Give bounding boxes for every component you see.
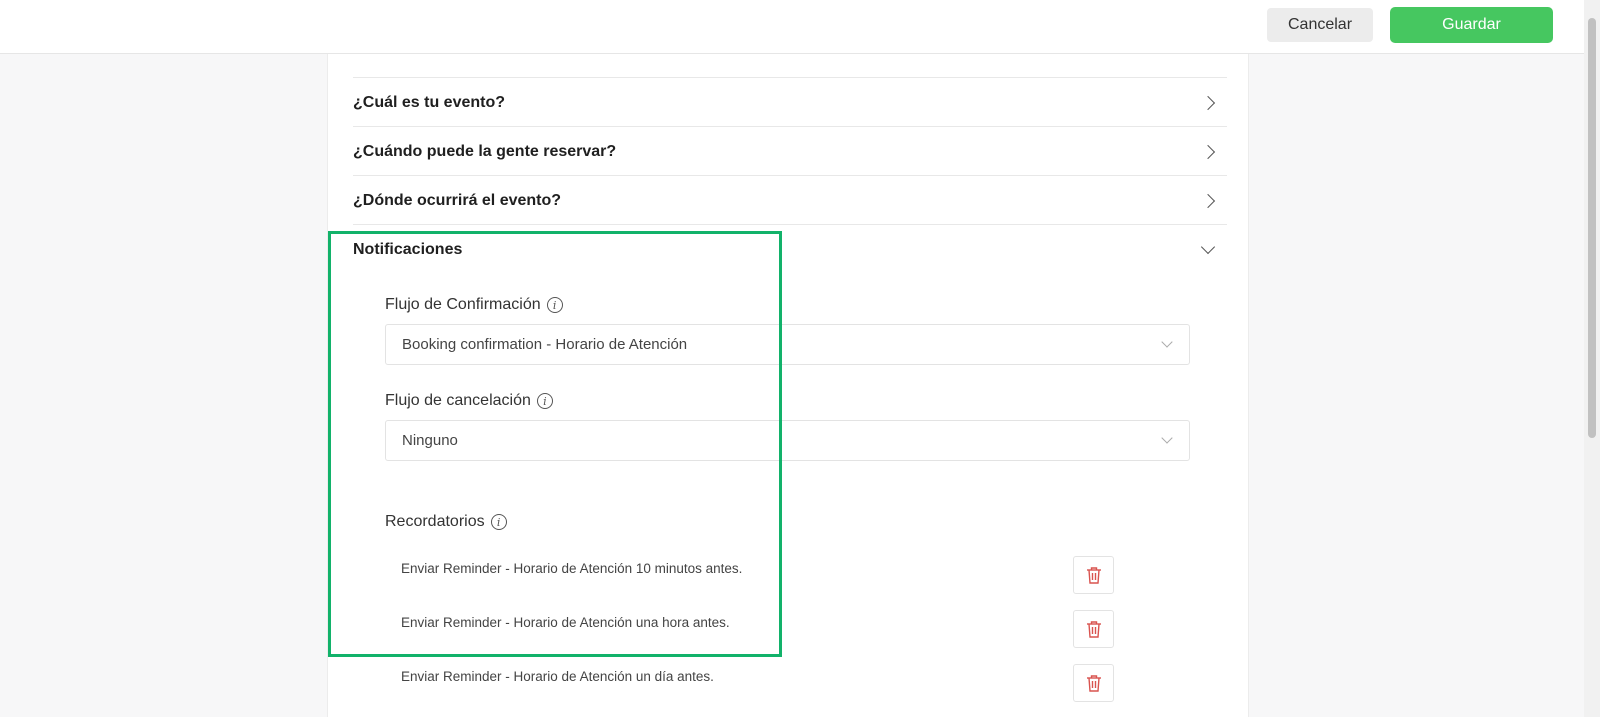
cancel-button[interactable]: Cancelar xyxy=(1267,8,1373,42)
chevron-right-icon xyxy=(1200,193,1216,208)
section-title: Notificaciones xyxy=(353,240,463,258)
chevron-down-icon xyxy=(1161,336,1173,348)
cancellation-flow-label-text: Flujo de cancelación xyxy=(385,392,531,409)
page-scrollbar-thumb[interactable] xyxy=(1588,18,1596,438)
top-bar: Cancelar Guardar xyxy=(0,0,1584,54)
section-notifications[interactable]: Notificaciones xyxy=(353,224,1227,274)
section-title: ¿Cuál es tu evento? xyxy=(353,93,506,111)
reminder-item: Enviar Reminder - Horario de Atención un… xyxy=(401,615,730,630)
info-icon[interactable]: i xyxy=(490,514,507,530)
chevron-right-icon xyxy=(1200,144,1216,159)
section-location[interactable]: ¿Dónde ocurrirá el evento? xyxy=(353,175,1227,225)
event-settings-panel: ¿Cuál es tu evento? ¿Cuándo puede la gen… xyxy=(327,54,1249,717)
info-icon[interactable]: i xyxy=(546,297,563,313)
section-title: ¿Cuándo puede la gente reservar? xyxy=(353,142,617,160)
trash-icon xyxy=(1086,621,1101,638)
reminders-label: Recordatorios i xyxy=(385,513,507,531)
delete-reminder-button[interactable] xyxy=(1073,664,1114,702)
cancellation-flow-select[interactable]: Ninguno xyxy=(385,420,1190,461)
confirmation-flow-value: Booking confirmation - Horario de Atenci… xyxy=(402,336,688,353)
info-icon[interactable]: i xyxy=(536,393,553,409)
section-availability[interactable]: ¿Cuándo puede la gente reservar? xyxy=(353,126,1227,176)
confirmation-flow-label: Flujo de Confirmación i xyxy=(385,296,563,314)
chevron-right-icon xyxy=(1200,95,1216,110)
trash-icon xyxy=(1086,567,1101,584)
reminder-item: Enviar Reminder - Horario de Atención 10… xyxy=(401,561,743,576)
chevron-down-icon xyxy=(1161,432,1173,444)
save-button[interactable]: Guardar xyxy=(1390,7,1553,43)
delete-reminder-button[interactable] xyxy=(1073,556,1114,594)
cancellation-flow-label: Flujo de cancelación i xyxy=(385,392,553,410)
delete-reminder-button[interactable] xyxy=(1073,610,1114,648)
confirmation-flow-select[interactable]: Booking confirmation - Horario de Atenci… xyxy=(385,324,1190,365)
section-event-details[interactable]: ¿Cuál es tu evento? xyxy=(353,77,1227,127)
reminder-item: Enviar Reminder - Horario de Atención un… xyxy=(401,669,714,684)
cancellation-flow-value: Ninguno xyxy=(402,432,458,449)
confirmation-flow-label-text: Flujo de Confirmación xyxy=(385,296,541,313)
section-title: ¿Dónde ocurrirá el evento? xyxy=(353,191,562,209)
trash-icon xyxy=(1086,675,1101,692)
chevron-down-icon xyxy=(1200,239,1216,254)
reminders-label-text: Recordatorios xyxy=(385,513,485,530)
